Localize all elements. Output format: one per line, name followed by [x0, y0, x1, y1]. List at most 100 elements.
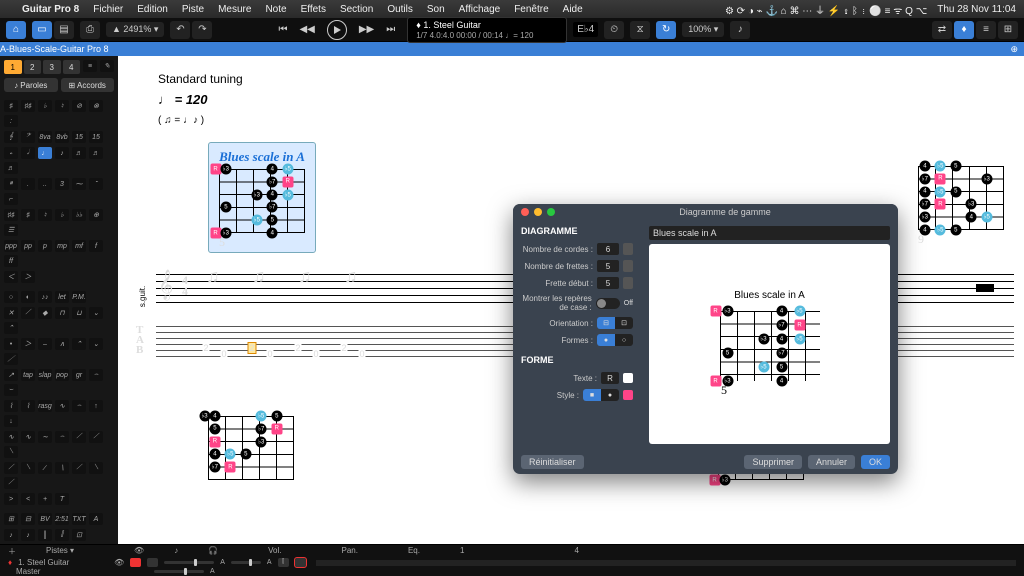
- menu-mesure[interactable]: Mesure: [218, 4, 251, 15]
- duration-row[interactable]: 𝅝𝅗𝅥♩♪♬♬♬: [4, 147, 114, 174]
- technique-row-4[interactable]: ⟋⟍∕∖⟋⟍⟋: [4, 462, 114, 489]
- master-volume-slider[interactable]: [154, 570, 204, 573]
- menu-outils[interactable]: Outils: [387, 4, 413, 15]
- frets-stepper[interactable]: [623, 260, 633, 272]
- markers-toggle[interactable]: [596, 298, 620, 309]
- menu-note[interactable]: Note: [265, 4, 286, 15]
- tuner-button[interactable]: ♪: [730, 21, 750, 39]
- zoom-selector[interactable]: ▲ 2491% ▾: [106, 22, 164, 37]
- tracks-header[interactable]: Pistes ▾: [46, 546, 74, 557]
- notation-row-2[interactable]: ♪♪║⫿⊡: [4, 529, 114, 541]
- pan-slider[interactable]: [231, 561, 261, 564]
- undo-button[interactable]: ↶: [170, 21, 190, 39]
- voice-3[interactable]: 3: [43, 60, 61, 74]
- panel-toggle-1[interactable]: ⇄: [932, 21, 952, 39]
- tab-note[interactable]: 0: [312, 349, 319, 359]
- countdown-button[interactable]: ⧖: [630, 21, 650, 39]
- multivoice-icon[interactable]: ≡: [83, 60, 97, 72]
- forward-button[interactable]: ⏭: [386, 24, 395, 35]
- track-timeline[interactable]: [316, 560, 1016, 566]
- style-segmented[interactable]: ■●: [583, 389, 619, 401]
- master-row[interactable]: Master A: [0, 567, 1024, 576]
- hairpin-row[interactable]: ＜＞: [4, 271, 114, 283]
- voice-1[interactable]: 1: [4, 60, 22, 74]
- frets-input[interactable]: 5: [597, 260, 619, 272]
- eq-button[interactable]: ⫿: [278, 558, 289, 567]
- menu-edition[interactable]: Edition: [137, 4, 168, 15]
- print-button[interactable]: ⎙: [80, 21, 100, 39]
- voice-2[interactable]: 2: [24, 60, 42, 74]
- step-fwd-button[interactable]: ▶▶: [359, 24, 374, 35]
- solo-button[interactable]: [147, 558, 158, 567]
- score-canvas[interactable]: Standard tuning ♩ = 120 ( ♫ = ♩♪ ) Blues…: [118, 56, 1024, 544]
- cancel-button[interactable]: Annuler: [808, 455, 855, 469]
- tab-note[interactable]: 2: [340, 343, 347, 353]
- clef-row[interactable]: 𝄞𝄢8va8vb1515: [4, 131, 114, 143]
- tab-note[interactable]: 0: [220, 349, 227, 359]
- menu-son[interactable]: Son: [427, 4, 445, 15]
- view-screen-button[interactable]: ▤: [54, 21, 74, 39]
- rest-row[interactable]: ⏸...3⁓𝄻⌐: [4, 178, 114, 205]
- reset-button[interactable]: Réinitialiser: [521, 455, 584, 469]
- technique-row-1[interactable]: ↗tapslappopgr⌢⌣: [4, 369, 114, 396]
- panel-toggle-3[interactable]: ≡: [976, 21, 996, 39]
- loop-button[interactable]: ↻: [656, 21, 676, 39]
- articulation-row-2[interactable]: ✕⟋◆⊓⊔⌄⌃: [4, 307, 114, 334]
- notation-row-1[interactable]: ⊞⊟BV2:51TXTA: [4, 513, 114, 525]
- tab-note-cursor[interactable]: 2: [247, 342, 256, 354]
- tab-note[interactable]: 0: [266, 349, 273, 359]
- play-button[interactable]: [327, 20, 347, 40]
- delete-button[interactable]: Supprimer: [744, 455, 802, 469]
- panel-toggle-4[interactable]: ⊞: [998, 21, 1018, 39]
- close-icon[interactable]: [521, 208, 529, 216]
- startfret-input[interactable]: 5: [597, 277, 619, 289]
- articulation-row-3[interactable]: •＞–∧⌃⌄／: [4, 338, 114, 365]
- lyrics-button[interactable]: ♪ Paroles: [4, 78, 58, 92]
- menu-section[interactable]: Section: [340, 4, 373, 15]
- shapes-segmented[interactable]: ●○: [597, 334, 633, 346]
- volume-slider[interactable]: [164, 561, 214, 564]
- key-signature-row[interactable]: ♯♯♯♭♮⊘⊗:: [4, 100, 114, 127]
- orientation-segmented[interactable]: ⊟⊡: [597, 317, 633, 329]
- articulation-row-1[interactable]: ○◐♪♪letP.M.: [4, 291, 114, 303]
- home-button[interactable]: ⌂: [6, 21, 26, 39]
- minimize-icon[interactable]: [534, 208, 542, 216]
- app-name[interactable]: Guitar Pro 8: [22, 4, 79, 15]
- menubar-clock[interactable]: Thu 28 Nov 11:04: [937, 4, 1016, 15]
- diagram-name-input[interactable]: Blues scale in A: [649, 226, 890, 240]
- technique-row-5[interactable]: ><+T: [4, 493, 114, 505]
- text-color-swatch[interactable]: [623, 373, 633, 383]
- zoom-icon[interactable]: [547, 208, 555, 216]
- step-back-button[interactable]: ◀◀: [299, 24, 314, 35]
- menu-affichage[interactable]: Affichage: [459, 4, 501, 15]
- voice-tabs[interactable]: 1 2 3 4: [4, 60, 80, 74]
- technique-row-2[interactable]: ⌇⌇rasg∿⌢↑↓: [4, 400, 114, 427]
- rewind-button[interactable]: ⏮: [278, 24, 287, 35]
- diagram-preview[interactable]: Blues scale in A R ♭3 4 ♭5 ♭7 R ♭3 4 ♭5 …: [649, 244, 890, 444]
- menu-fenetre[interactable]: Fenêtre: [514, 4, 548, 15]
- scale-diagram-2[interactable]: 4 ♭5 5 ♭7 R ♭3 4 ♭5 5 ♭7 R ♭3 ♭3 4 ♭5 4 …: [918, 166, 1004, 247]
- mute-button[interactable]: [130, 558, 141, 567]
- menu-fichier[interactable]: Fichier: [93, 4, 123, 15]
- menu-aide[interactable]: Aide: [563, 4, 583, 15]
- view-page-button[interactable]: ▭: [32, 21, 52, 39]
- style-color-swatch[interactable]: [623, 390, 633, 400]
- metronome-button[interactable]: ⏲: [604, 21, 624, 39]
- text-input[interactable]: R: [601, 372, 619, 384]
- technique-row-3[interactable]: ∿∿∼⌢⟋⟋⟍: [4, 431, 114, 458]
- speed-selector[interactable]: 100% ▾: [682, 22, 724, 37]
- track-row[interactable]: ♦ 1. Steel Guitar 👁 A A ⫿: [0, 558, 1024, 567]
- strings-stepper[interactable]: [623, 243, 633, 255]
- scale-diagram-selected[interactable]: Blues scale in A R ♭3 4 ♭5 ♭7 R ♭3 4 ♭5 …: [208, 142, 316, 253]
- voice-4[interactable]: 4: [63, 60, 81, 74]
- menu-piste[interactable]: Piste: [182, 4, 204, 15]
- redo-button[interactable]: ↷: [192, 21, 212, 39]
- song-info[interactable]: ♦ 1. Steel Guitar 1/7 4.0:4.0 00:00 / 00…: [407, 17, 567, 43]
- add-track-button[interactable]: ＋: [8, 546, 16, 557]
- ok-button[interactable]: OK: [861, 455, 890, 469]
- scale-diagram-3[interactable]: ♭3 4 ♭5 5 5 ♭7 R R ♭3 4 ♭5 5 ♭7 R: [208, 416, 294, 480]
- dynamics-row[interactable]: ppppppmpmffff: [4, 240, 114, 267]
- panel-toggle-2[interactable]: ♦: [954, 21, 974, 39]
- design-mode-icon[interactable]: ✎: [100, 60, 114, 72]
- tab-note[interactable]: 2: [202, 343, 209, 353]
